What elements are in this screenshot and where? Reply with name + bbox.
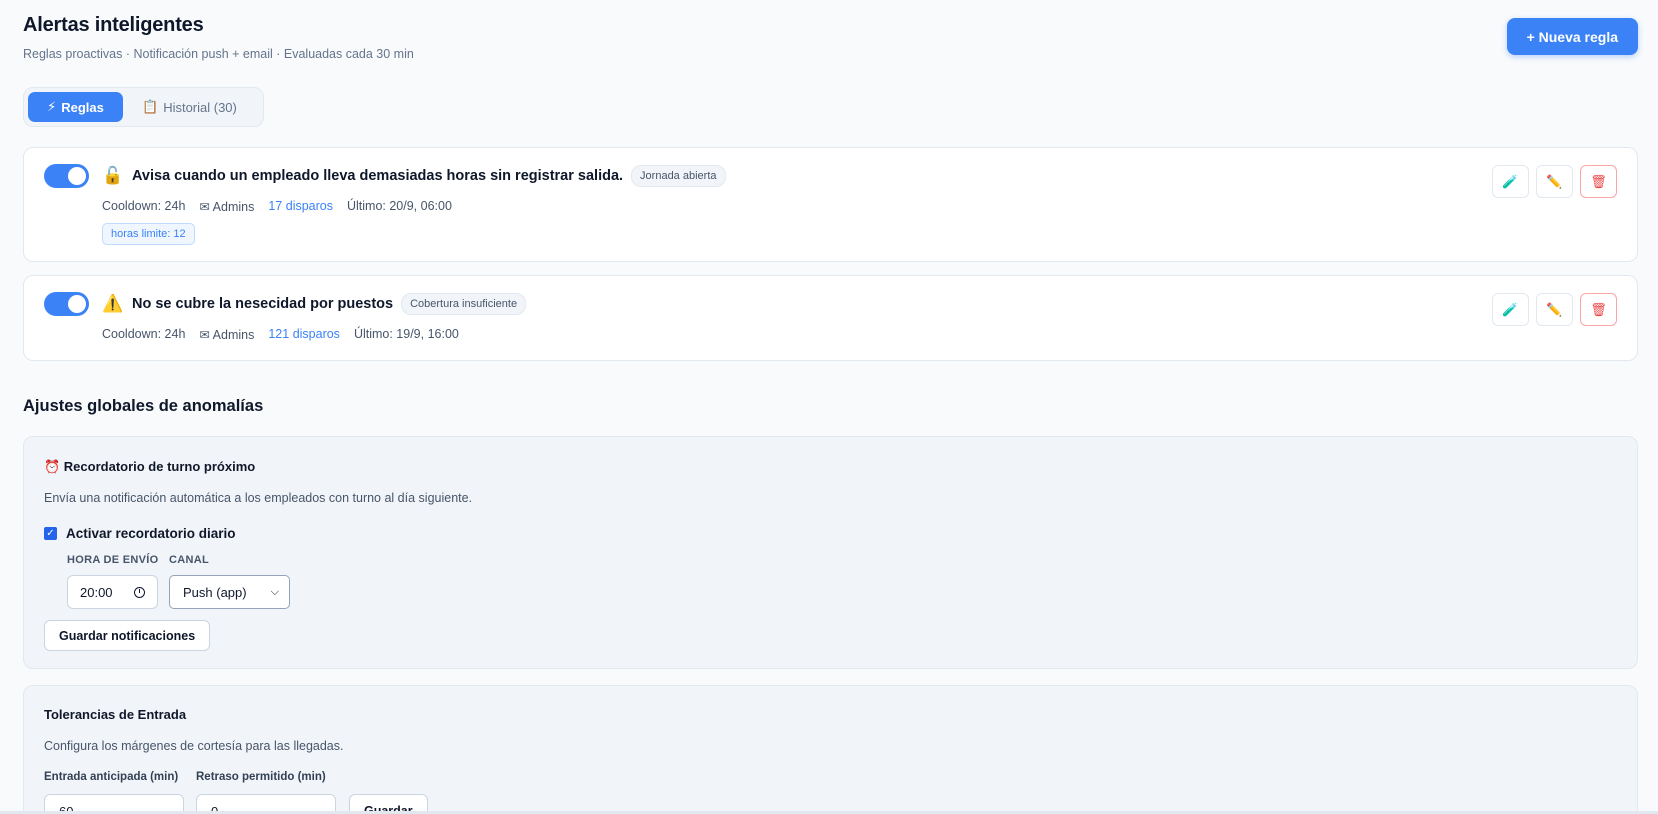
rule-fires-link[interactable]: 121 disparos: [268, 327, 340, 342]
tolerances-description: Configura los márgenes de cortesía para …: [44, 739, 344, 753]
tab-rules-label: Reglas: [61, 99, 104, 115]
delete-rule-button[interactable]: 🗑: [1580, 293, 1617, 326]
chevron-down-icon: ⌵: [270, 585, 279, 598]
rule-actions: 🧪 ✏️ 🗑: [1492, 165, 1617, 198]
rule-body: 🔓 Avisa cuando un empleado lleva demasia…: [102, 165, 726, 245]
rule-card: 🔓 Avisa cuando un empleado lleva demasia…: [23, 147, 1638, 262]
rule-body: ⚠️ No se cubre la nesecidad por puestos …: [102, 293, 527, 342]
reminder-panel: ⏰ Recordatorio de turno próximo Envía un…: [23, 436, 1638, 669]
test-tube-icon: 🧪: [1502, 173, 1519, 189]
toggle-knob: [68, 167, 86, 185]
rule-enabled-toggle[interactable]: [44, 164, 89, 188]
late-allowed-label: Retraso permitido (min): [196, 771, 326, 783]
rule-param-chip: horas limite: 12: [102, 223, 195, 245]
test-rule-button[interactable]: 🧪: [1492, 165, 1529, 198]
delete-rule-button[interactable]: 🗑: [1580, 165, 1617, 198]
rule-cooldown: Cooldown: 24h: [102, 327, 186, 341]
tolerances-panel: Tolerancias de Entrada Configura los már…: [23, 685, 1638, 814]
clipboard-icon: 📋: [142, 99, 159, 114]
rule-title: No se cubre la nesecidad por puestos: [132, 296, 394, 312]
edit-rule-button[interactable]: ✏️: [1536, 293, 1573, 326]
rule-recipients: ✉ Admins: [199, 200, 255, 214]
reminder-description: Envía una notificación automática a los …: [44, 491, 473, 505]
rule-meta: Cooldown: 24h ✉ Admins 121 disparos Últi…: [102, 327, 526, 342]
channel-label: CANAL: [169, 554, 209, 566]
test-rule-button[interactable]: 🧪: [1492, 293, 1529, 326]
pencil-icon: ✏️: [1546, 301, 1563, 317]
reminder-checkbox-label: Activar recordatorio diario: [66, 526, 236, 541]
rule-card: ⚠️ No se cubre la nesecidad por puestos …: [23, 275, 1638, 361]
anomalies-section-title: Ajustes globales de anomalías: [23, 397, 264, 415]
lightning-icon: ⚡: [47, 99, 57, 114]
rule-fires-link[interactable]: 17 disparos: [268, 199, 333, 214]
tab-rules[interactable]: ⚡ Reglas: [28, 92, 123, 122]
toggle-knob: [68, 295, 86, 313]
trash-icon: 🗑: [1590, 173, 1607, 189]
test-tube-icon: 🧪: [1502, 301, 1519, 317]
page-title: Alertas inteligentes: [23, 14, 204, 36]
tab-bar: ⚡ Reglas 📋 Historial (30): [23, 87, 264, 127]
rule-type-badge: Jornada abierta: [631, 165, 726, 187]
edit-rule-button[interactable]: ✏️: [1536, 165, 1573, 198]
unlock-icon: 🔓: [102, 166, 124, 185]
rule-title-row: 🔓 Avisa cuando un empleado lleva demasia…: [102, 165, 726, 187]
channel-select[interactable]: Push (app) ⌵: [169, 575, 290, 609]
rule-title-row: ⚠️ No se cubre la nesecidad por puestos …: [102, 293, 527, 315]
rule-last-fired: Último: 19/9, 16:00: [353, 327, 459, 341]
tab-history-label: Historial (30): [163, 99, 237, 115]
rule-type-badge: Cobertura insuficiente: [401, 293, 527, 315]
trash-icon: 🗑: [1590, 301, 1607, 317]
rule-enabled-toggle[interactable]: [44, 292, 89, 316]
new-rule-button[interactable]: + Nueva regla: [1506, 18, 1638, 55]
page-subtitle: Reglas proactivas · Notificación push + …: [23, 47, 414, 61]
channel-value: Push (app): [183, 584, 247, 600]
early-entry-label: Entrada anticipada (min): [44, 771, 179, 783]
rule-meta: Cooldown: 24h ✉ Admins 17 disparos Últim…: [102, 199, 726, 214]
rule-title: Avisa cuando un empleado lleva demasiada…: [132, 168, 624, 184]
clock-icon: [134, 586, 145, 598]
pencil-icon: ✏️: [1546, 173, 1563, 189]
send-time-label: HORA DE ENVÍO: [67, 554, 159, 566]
reminder-checkbox[interactable]: ✓: [44, 527, 57, 540]
rule-cooldown: Cooldown: 24h: [102, 199, 186, 213]
rule-last-fired: Último: 20/9, 06:00: [346, 199, 452, 213]
reminder-title: ⏰ Recordatorio de turno próximo: [44, 459, 256, 474]
tolerances-title: Tolerancias de Entrada: [44, 707, 187, 722]
save-notifications-button[interactable]: Guardar notificaciones: [44, 620, 211, 651]
page-header: Alertas inteligentes Reglas proactivas ·…: [23, 14, 414, 61]
send-time-value: 20:00: [80, 584, 113, 600]
reminder-checkbox-row: ✓ Activar recordatorio diario: [44, 526, 236, 541]
rule-recipients: ✉ Admins: [199, 328, 255, 342]
warning-icon: ⚠️: [102, 294, 124, 313]
send-time-input[interactable]: 20:00: [67, 575, 158, 609]
rule-actions: 🧪 ✏️ 🗑: [1492, 293, 1617, 326]
tab-history[interactable]: 📋 Historial (30): [127, 92, 252, 122]
